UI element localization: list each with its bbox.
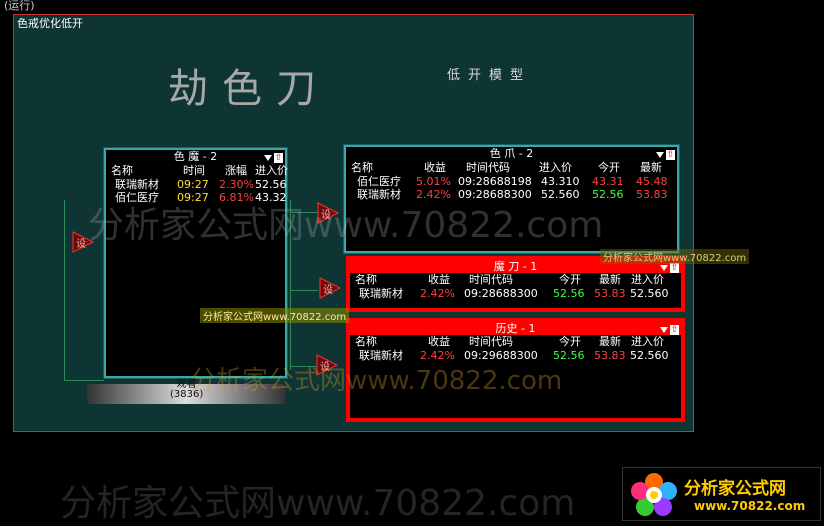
wire-left-h xyxy=(64,380,104,381)
watermark-bottom: 分析家公式网www.70822.com xyxy=(60,483,576,524)
panel-lishi-title: 历史 - 1 xyxy=(350,322,681,335)
panel-modao: 魔 刀 - 1 ⇧ 名称 收益 时间代码 今开 最新 进入价 联瑞新材 2.42… xyxy=(346,256,685,312)
panel-sezhua-header: 名称 收益 时间代码 进入价 今开 最新 xyxy=(351,161,662,174)
panel-sezhua-title: 色 爪 - 2 xyxy=(489,147,534,160)
panel-lishi-header: 名称 收益 时间代码 今开 最新 进入价 xyxy=(355,335,664,348)
dropdown-icon[interactable] xyxy=(656,152,664,158)
panel-semo: 色 魔 - 2 ⇧ 名称 时间 涨幅 进入价 联瑞新材 09:27 2.30% … xyxy=(103,147,288,379)
panel-semo-title: 色 魔 - 2 xyxy=(173,150,218,163)
up-arrow-icon[interactable]: ⇧ xyxy=(274,153,283,163)
watermark-lower: 分析家公式网www.70822.com xyxy=(190,366,563,396)
table-row[interactable]: 佰仁医疗 5.01% 09:28688198 43.310 43.31 45.4… xyxy=(346,175,677,188)
watermark-tag-right: 分析家公式网www.70822.com xyxy=(600,249,750,264)
watermark-tag: 分析家公式网www.70822.com xyxy=(200,308,350,323)
dropdown-icon[interactable] xyxy=(264,155,272,161)
panel-modao-header: 名称 收益 时间代码 今开 最新 进入价 xyxy=(355,273,664,286)
watermark-center: 分析家公式网www.70822.com xyxy=(88,205,604,246)
panel-semo-controls: ⇧ xyxy=(264,151,283,163)
wire-right-h2 xyxy=(290,290,318,291)
table-row[interactable]: 联瑞新材 09:27 2.30% 52.56 xyxy=(106,178,287,191)
up-arrow-icon[interactable]: ⇧ xyxy=(670,263,679,273)
logo-text: 分析家公式网 xyxy=(684,479,786,499)
dropdown-icon[interactable] xyxy=(660,265,668,271)
frame-title: 色戒优化低开 xyxy=(17,17,83,30)
flower-logo-icon xyxy=(631,473,677,516)
up-arrow-icon[interactable]: ⇧ xyxy=(670,325,679,335)
up-arrow-icon[interactable]: ⇧ xyxy=(666,150,675,160)
big-title: 劫色刀 xyxy=(168,66,330,112)
she-button-2[interactable]: 设 xyxy=(319,277,342,299)
logo-url: www.70822.com xyxy=(694,499,806,513)
panel-lishi-controls: ⇧ xyxy=(660,323,679,335)
panel-sezhua-controls: ⇧ xyxy=(656,148,675,160)
panel-semo-header: 名称 时间 涨幅 进入价 xyxy=(111,164,288,177)
table-row[interactable]: 联瑞新材 2.42% 09:28688300 52.56 53.83 52.56… xyxy=(350,287,681,300)
wire-left-vertical xyxy=(64,200,65,380)
sub-title: 低开模型 xyxy=(447,68,532,83)
dropdown-icon[interactable] xyxy=(660,327,668,333)
window-caption: (运行) xyxy=(4,0,35,12)
